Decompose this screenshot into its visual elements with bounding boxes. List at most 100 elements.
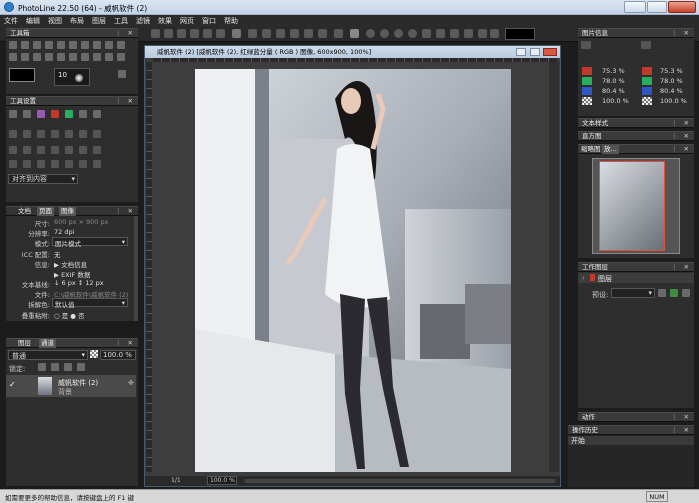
layer-icon[interactable] <box>478 29 487 38</box>
eyedropper2-icon[interactable] <box>641 41 651 49</box>
align-center-icon[interactable] <box>23 130 31 138</box>
copy-icon[interactable] <box>203 29 212 38</box>
mask-icon[interactable] <box>450 29 459 38</box>
menu-edit[interactable]: 编辑 <box>26 16 40 26</box>
expand-icon[interactable]: › <box>582 274 585 282</box>
mode-dropdown[interactable]: 图片模式 ▾ <box>52 237 128 248</box>
shape-tool-icon[interactable] <box>117 41 125 49</box>
pen-tool-icon[interactable] <box>105 41 113 49</box>
mode-icon-1[interactable] <box>9 110 17 118</box>
tab-layers[interactable]: 图层 <box>18 339 31 348</box>
zoom-tool-icon[interactable] <box>81 53 89 61</box>
align-left-icon[interactable] <box>9 130 17 138</box>
dist-v1-icon[interactable] <box>51 146 59 154</box>
lock-position-icon[interactable] <box>64 363 72 371</box>
lasso-icon[interactable] <box>334 29 343 38</box>
menu-web[interactable]: 网页 <box>180 16 194 26</box>
panel-menu-icon[interactable]: ⋮ ✕ <box>115 29 135 38</box>
fill-icon[interactable] <box>490 29 499 38</box>
layer-move-icon[interactable]: ✥ <box>128 379 134 387</box>
fill-tool-icon[interactable] <box>9 53 17 61</box>
space-5-icon[interactable] <box>65 160 73 168</box>
menu-help[interactable]: 帮助 <box>224 16 238 26</box>
horizontal-scrollbar[interactable] <box>245 479 555 483</box>
minimize-button[interactable] <box>624 1 646 13</box>
target-icon[interactable] <box>366 29 375 38</box>
zoom-field[interactable]: 100.0 % <box>207 476 237 485</box>
lock-all-icon[interactable] <box>77 363 85 371</box>
history-item[interactable]: 开始 <box>568 436 694 445</box>
actions-header[interactable]: 动作 ⋮ ✕ <box>578 412 694 422</box>
tab-zoom[interactable]: 放... <box>602 145 619 154</box>
preset-dropdown[interactable]: ▾ <box>611 288 655 298</box>
layer-row[interactable]: ✓ 威帆软件 (2) 背景 ✥ <box>6 375 136 397</box>
menu-tools[interactable]: 工具 <box>114 16 128 26</box>
undo-icon[interactable] <box>304 29 313 38</box>
color-preview[interactable] <box>505 28 535 40</box>
panel-menu-icon[interactable]: ⋮ ✕ <box>671 413 691 422</box>
brush-tool-icon[interactable] <box>57 41 65 49</box>
doc-maximize-button[interactable] <box>530 48 540 56</box>
mode-icon-5[interactable] <box>65 110 73 118</box>
doc-close-button[interactable] <box>543 48 557 56</box>
space-4-icon[interactable] <box>51 160 59 168</box>
preset-delete-icon[interactable] <box>682 289 690 297</box>
menu-effects[interactable]: 效果 <box>158 16 172 26</box>
save-as-icon[interactable] <box>190 29 199 38</box>
dist-v3-icon[interactable] <box>79 146 87 154</box>
clone-tool-icon[interactable] <box>33 53 41 61</box>
tab-thumbnail[interactable]: 缩略图 <box>581 145 601 154</box>
menu-file[interactable]: 文件 <box>4 16 18 26</box>
lasso-tool-icon[interactable] <box>33 41 41 49</box>
navigator-preview[interactable] <box>592 158 680 254</box>
panel-menu-icon[interactable]: ⋮ ✕ <box>115 339 135 348</box>
doc-info-link[interactable]: ▶ 文档信息 <box>54 259 87 269</box>
circle-icon[interactable] <box>394 29 403 38</box>
mode-icon-6[interactable] <box>79 110 87 118</box>
crop-tool-icon[interactable] <box>81 41 89 49</box>
eyedropper-icon[interactable] <box>581 41 591 49</box>
exif-link[interactable]: ▶ EXIF 数据 <box>54 269 90 279</box>
text-tool-icon[interactable] <box>69 41 77 49</box>
dist-h1-icon[interactable] <box>9 146 17 154</box>
tab-document[interactable]: 文档 <box>18 207 31 216</box>
panel-menu-icon[interactable]: ⋮ ✕ <box>671 29 691 38</box>
dist-v2-icon[interactable] <box>65 146 73 154</box>
gradient-tool-icon[interactable] <box>21 53 29 61</box>
space-2-icon[interactable] <box>23 160 31 168</box>
preset-save-icon[interactable] <box>658 289 666 297</box>
dist-h2-icon[interactable] <box>23 146 31 154</box>
panel-menu-icon[interactable]: ⋮ ✕ <box>671 263 691 272</box>
gear-icon[interactable] <box>380 29 389 38</box>
redo-icon[interactable] <box>318 29 327 38</box>
filter-icon[interactable] <box>408 29 417 38</box>
scrollbar[interactable] <box>134 216 138 321</box>
move-tool-icon[interactable] <box>9 41 17 49</box>
preset-apply-icon[interactable] <box>670 289 678 297</box>
baseline-value[interactable]: ↓ 6 px ↕ 12 px <box>54 279 104 287</box>
lock-transparency-icon[interactable] <box>38 363 46 371</box>
align-top-icon[interactable] <box>51 130 59 138</box>
blend-mode-dropdown[interactable]: 普通 ▾ <box>8 350 88 360</box>
panel-menu-icon[interactable]: ⋮ ✕ <box>671 119 691 128</box>
hand-tool-icon[interactable] <box>93 53 101 61</box>
maximize-button[interactable] <box>647 1 667 13</box>
align-to-dropdown[interactable]: 对齐到内容 ▾ <box>8 174 78 184</box>
eraser-tool-icon[interactable] <box>93 41 101 49</box>
navigator-viewport[interactable] <box>599 161 665 251</box>
space-7-icon[interactable] <box>93 160 101 168</box>
panel-menu-icon[interactable]: ⋮ ✕ <box>115 207 135 216</box>
transform-icon[interactable] <box>436 29 445 38</box>
brush-size-preview[interactable]: 10 <box>54 68 90 86</box>
print-icon[interactable] <box>248 29 257 38</box>
histogram-header[interactable]: 直方图 ⋮ ✕ <box>578 131 694 141</box>
mode-icon-7[interactable] <box>93 110 101 118</box>
canvas-area[interactable] <box>145 58 560 476</box>
magic-wand-icon[interactable] <box>45 41 53 49</box>
align-bottom-icon[interactable] <box>79 130 87 138</box>
space-6-icon[interactable] <box>79 160 87 168</box>
document-image[interactable] <box>195 69 511 472</box>
panel-menu-icon[interactable]: ⋮ ✕ <box>115 97 135 106</box>
overprint-radio[interactable]: ○ 是 ● 否 <box>54 310 85 320</box>
new-doc-icon[interactable] <box>151 29 160 38</box>
